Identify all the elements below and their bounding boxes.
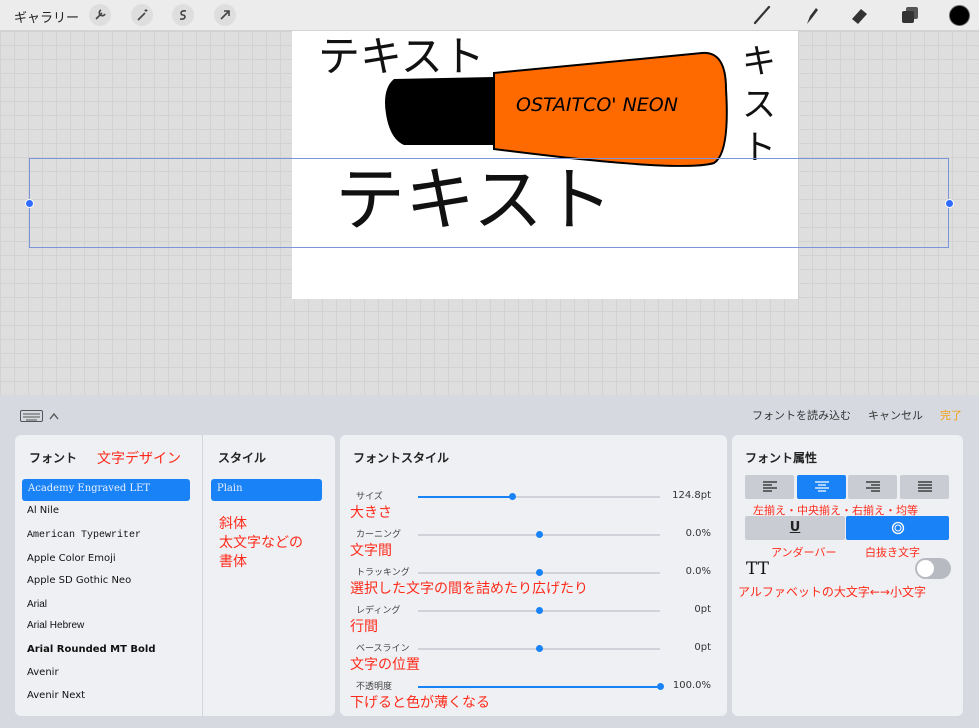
slider-knob[interactable]: [536, 531, 543, 538]
cancel-button[interactable]: キャンセル: [868, 407, 923, 423]
style-annotation: 斜体 太文字などの 書体: [219, 516, 303, 570]
selection-icon[interactable]: [172, 4, 194, 26]
slider-fill: [418, 496, 512, 498]
font-item[interactable]: Al Nile: [27, 505, 59, 516]
transform-arrow-icon[interactable]: [214, 4, 236, 26]
caps-toggle[interactable]: [915, 558, 951, 579]
magic-wand-icon[interactable]: [131, 4, 153, 26]
layers-icon[interactable]: [899, 4, 921, 26]
slider-value: 100.0%: [672, 680, 711, 691]
smudge-icon[interactable]: [800, 4, 822, 26]
wrench-icon[interactable]: [89, 4, 111, 26]
eraser-icon[interactable]: [848, 4, 870, 26]
underline-button[interactable]: U: [745, 516, 845, 540]
font-item[interactable]: Avenir Next: [27, 690, 85, 701]
font-item[interactable]: Avenir: [27, 667, 59, 678]
marker-label: OSTAITCO' NEON: [516, 94, 678, 116]
attribute-panel: フォント属性 左揃え・中央揃え・右揃え・均等 U アンダーバー 白抜き文字 TT…: [732, 435, 963, 716]
outline-annotation: 白抜き文字: [865, 546, 920, 559]
slider-label: 不透明度: [356, 682, 393, 692]
selection-handle-right[interactable]: [945, 199, 954, 208]
align-center-icon[interactable]: [797, 475, 846, 499]
slider-annotation: 大きさ: [350, 505, 392, 521]
slider-value: 0pt: [694, 604, 711, 615]
slider-annotation: 下げると色が薄くなる: [350, 695, 490, 711]
outline-button[interactable]: [846, 516, 949, 540]
brush-icon[interactable]: [751, 4, 773, 26]
slider-label: レディング: [356, 606, 401, 616]
canvas-area[interactable]: テキスト キ ス ト OSTAITCO' NEON テキスト: [0, 31, 979, 395]
font-panel-header: フォント: [29, 451, 78, 465]
font-item-selected[interactable]: Academy Engraved LET: [22, 479, 190, 501]
panel-divider: [202, 435, 203, 716]
font-item[interactable]: Arial Rounded MT Bold: [27, 644, 155, 655]
slider-knob[interactable]: [657, 683, 664, 690]
font-panel: フォント 文字デザイン Academy Engraved LET Al Nile…: [15, 435, 335, 716]
align-justify-icon[interactable]: [900, 475, 949, 499]
slider-annotation: 行間: [350, 619, 378, 635]
slider-knob[interactable]: [536, 569, 543, 576]
attribute-panel-header: フォント属性: [745, 451, 818, 465]
font-item[interactable]: Arial: [27, 599, 47, 610]
canvas-text-vertical: キ ス ト: [742, 42, 776, 168]
slider-knob[interactable]: [509, 493, 516, 500]
fontstyle-panel-header: フォントスタイル: [353, 451, 450, 465]
caps-label: TT: [746, 559, 769, 579]
done-button[interactable]: 完了: [940, 407, 962, 423]
font-annotation: 文字デザイン: [97, 451, 181, 467]
slider-label: ベースライン: [356, 644, 410, 654]
align-right-icon[interactable]: [848, 475, 897, 499]
slider-knob[interactable]: [536, 645, 543, 652]
fontstyle-panel: フォントスタイル サイズ 124.8pt 大きさカーニング 0.0% 文字間トラッキング…: [340, 435, 727, 716]
slider-annotation: 文字間: [350, 543, 392, 559]
slider-value: 0pt: [694, 642, 711, 653]
slider-value: 0.0%: [685, 566, 711, 577]
slider-label: トラッキング: [356, 568, 410, 578]
text-editor-panel: フォントを読み込む キャンセル 完了 フォント 文字デザイン Academy E…: [0, 395, 979, 728]
align-left-icon[interactable]: [745, 475, 794, 499]
font-item[interactable]: Apple Color Emoji: [27, 553, 116, 564]
underline-annotation: アンダーバー: [771, 546, 837, 559]
import-font-button[interactable]: フォントを読み込む: [752, 407, 851, 423]
font-item[interactable]: Arial Hebrew: [27, 620, 84, 631]
slider-knob[interactable]: [536, 607, 543, 614]
style-item-selected[interactable]: Plain: [211, 479, 322, 501]
keyboard-icon[interactable]: [20, 409, 62, 423]
canvas-text-main[interactable]: テキスト: [335, 157, 613, 243]
slider-label: サイズ: [356, 492, 383, 502]
slider-annotation: 選択した文字の間を詰めたり広げたり: [350, 581, 588, 597]
slider-value: 124.8pt: [672, 490, 711, 501]
color-icon[interactable]: [949, 5, 970, 26]
gallery-button[interactable]: ギャラリー: [14, 7, 79, 26]
slider-fill: [418, 686, 660, 688]
font-item[interactable]: Apple SD Gothic Neo: [27, 575, 131, 586]
top-toolbar: ギャラリー: [0, 0, 979, 31]
slider-value: 0.0%: [685, 528, 711, 539]
style-panel-header: スタイル: [218, 451, 267, 465]
text-selection-box[interactable]: テキスト: [29, 158, 949, 248]
font-item[interactable]: American Typewriter: [27, 530, 141, 541]
slider-annotation: 文字の位置: [350, 657, 420, 673]
caps-annotation: アルファベットの大文字←→小文字: [738, 585, 926, 599]
outline-icon: [891, 521, 904, 535]
slider-label: カーニング: [356, 530, 402, 540]
selection-handle-left[interactable]: [25, 199, 34, 208]
